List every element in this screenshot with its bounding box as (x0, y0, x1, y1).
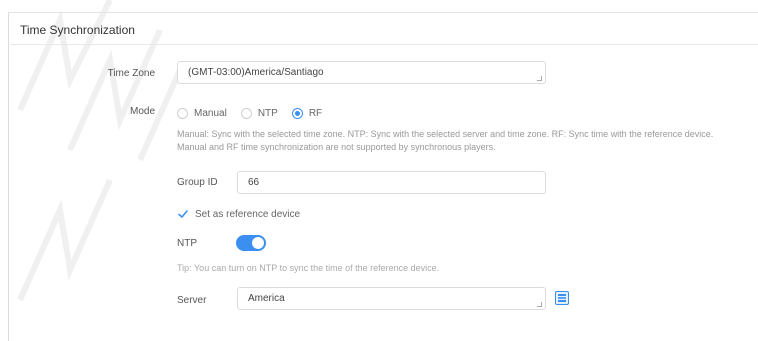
radio-rf[interactable] (291, 108, 303, 119)
server-list-icon[interactable] (555, 291, 569, 305)
mode-option-ntp[interactable]: NTP (240, 108, 278, 119)
resize-handle-icon (537, 302, 542, 307)
ntp-toggle[interactable] (236, 235, 266, 251)
radio-manual[interactable] (177, 108, 188, 119)
server-input[interactable]: America (237, 287, 546, 310)
mode-option-label: RF (308, 108, 323, 119)
reference-device-label: Set as reference device (195, 208, 301, 220)
group-id-value: 66 (248, 177, 260, 188)
section-title: Time Synchronization (20, 23, 135, 37)
ntp-label: NTP (177, 238, 197, 249)
mode-label: Mode (129, 106, 155, 117)
mode-help-line-2: Manual and RF time synchronization are n… (177, 142, 496, 152)
mode-option-manual[interactable]: Manual (177, 108, 227, 119)
mode-help-text: Manual: Sync with the selected time zone… (177, 128, 755, 154)
time-zone-value: (GMT-03:00)America/Santiago (188, 67, 324, 78)
time-zone-label: Time Zone (107, 68, 155, 79)
check-icon[interactable] (177, 208, 189, 220)
server-value: America (248, 293, 285, 304)
group-id-input[interactable]: 66 (237, 171, 546, 194)
reference-device-checkbox[interactable]: Set as reference device (177, 208, 300, 220)
mode-radio-group: Manual NTP RF (177, 108, 336, 119)
time-zone-select[interactable]: (GMT-03:00)America/Santiago (177, 61, 546, 84)
mode-help-line-1: Manual: Sync with the selected time zone… (177, 129, 714, 139)
mode-option-label: NTP (257, 108, 278, 119)
mode-option-rf[interactable]: RF (291, 108, 323, 119)
radio-ntp[interactable] (240, 108, 252, 119)
resize-handle-icon (537, 76, 542, 81)
group-id-label: Group ID (177, 177, 218, 188)
ntp-tip: Tip: You can turn on NTP to sync the tim… (177, 263, 440, 273)
title-divider (10, 44, 758, 45)
mode-option-label: Manual (194, 108, 227, 119)
server-label: Server (177, 295, 207, 306)
